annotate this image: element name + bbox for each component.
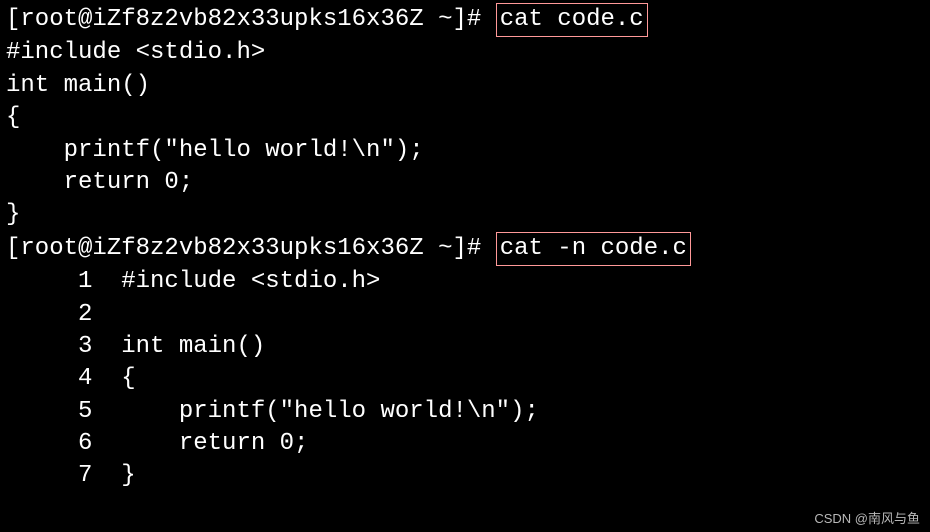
line-content: { — [121, 365, 135, 392]
watermark-text: CSDN @南风与鱼 — [814, 510, 920, 528]
line-content: #include <stdio.h> — [121, 268, 380, 295]
output-line: printf("hello world!\n"); — [6, 135, 924, 167]
command-highlight-1: cat code.c — [496, 3, 648, 37]
line-number: 3 — [6, 331, 92, 363]
line-number: 7 — [6, 460, 92, 492]
line-number: 2 — [6, 299, 92, 331]
numbered-output-line: 4 { — [6, 363, 924, 395]
shell-prompt-1: [root@iZf8z2vb82x33upks16x36Z ~]# — [6, 6, 496, 33]
numbered-output-line: 5 printf("hello world!\n"); — [6, 396, 924, 428]
line-number: 4 — [6, 363, 92, 395]
prompt-line-2[interactable]: [root@iZf8z2vb82x33upks16x36Z ~]# cat -n… — [6, 232, 924, 266]
output-line: { — [6, 102, 924, 134]
prompt-line-1[interactable]: [root@iZf8z2vb82x33upks16x36Z ~]# cat co… — [6, 3, 924, 37]
numbered-output-line: 2 — [6, 299, 924, 331]
line-number: 1 — [6, 266, 92, 298]
command-highlight-2: cat -n code.c — [496, 232, 691, 266]
numbered-output-line: 1 #include <stdio.h> — [6, 266, 924, 298]
numbered-output-line: 3 int main() — [6, 331, 924, 363]
line-content: } — [121, 462, 135, 489]
output-line: return 0; — [6, 167, 924, 199]
line-number: 6 — [6, 428, 92, 460]
output-line: #include <stdio.h> — [6, 37, 924, 69]
output-line: int main() — [6, 70, 924, 102]
line-number: 5 — [6, 396, 92, 428]
shell-prompt-2: [root@iZf8z2vb82x33upks16x36Z ~]# — [6, 235, 496, 262]
output-line: } — [6, 199, 924, 231]
numbered-output-line: 7 } — [6, 460, 924, 492]
line-content: return 0; — [121, 430, 308, 457]
numbered-output-line: 6 return 0; — [6, 428, 924, 460]
line-content: printf("hello world!\n"); — [121, 398, 539, 425]
line-content: int main() — [121, 333, 265, 360]
